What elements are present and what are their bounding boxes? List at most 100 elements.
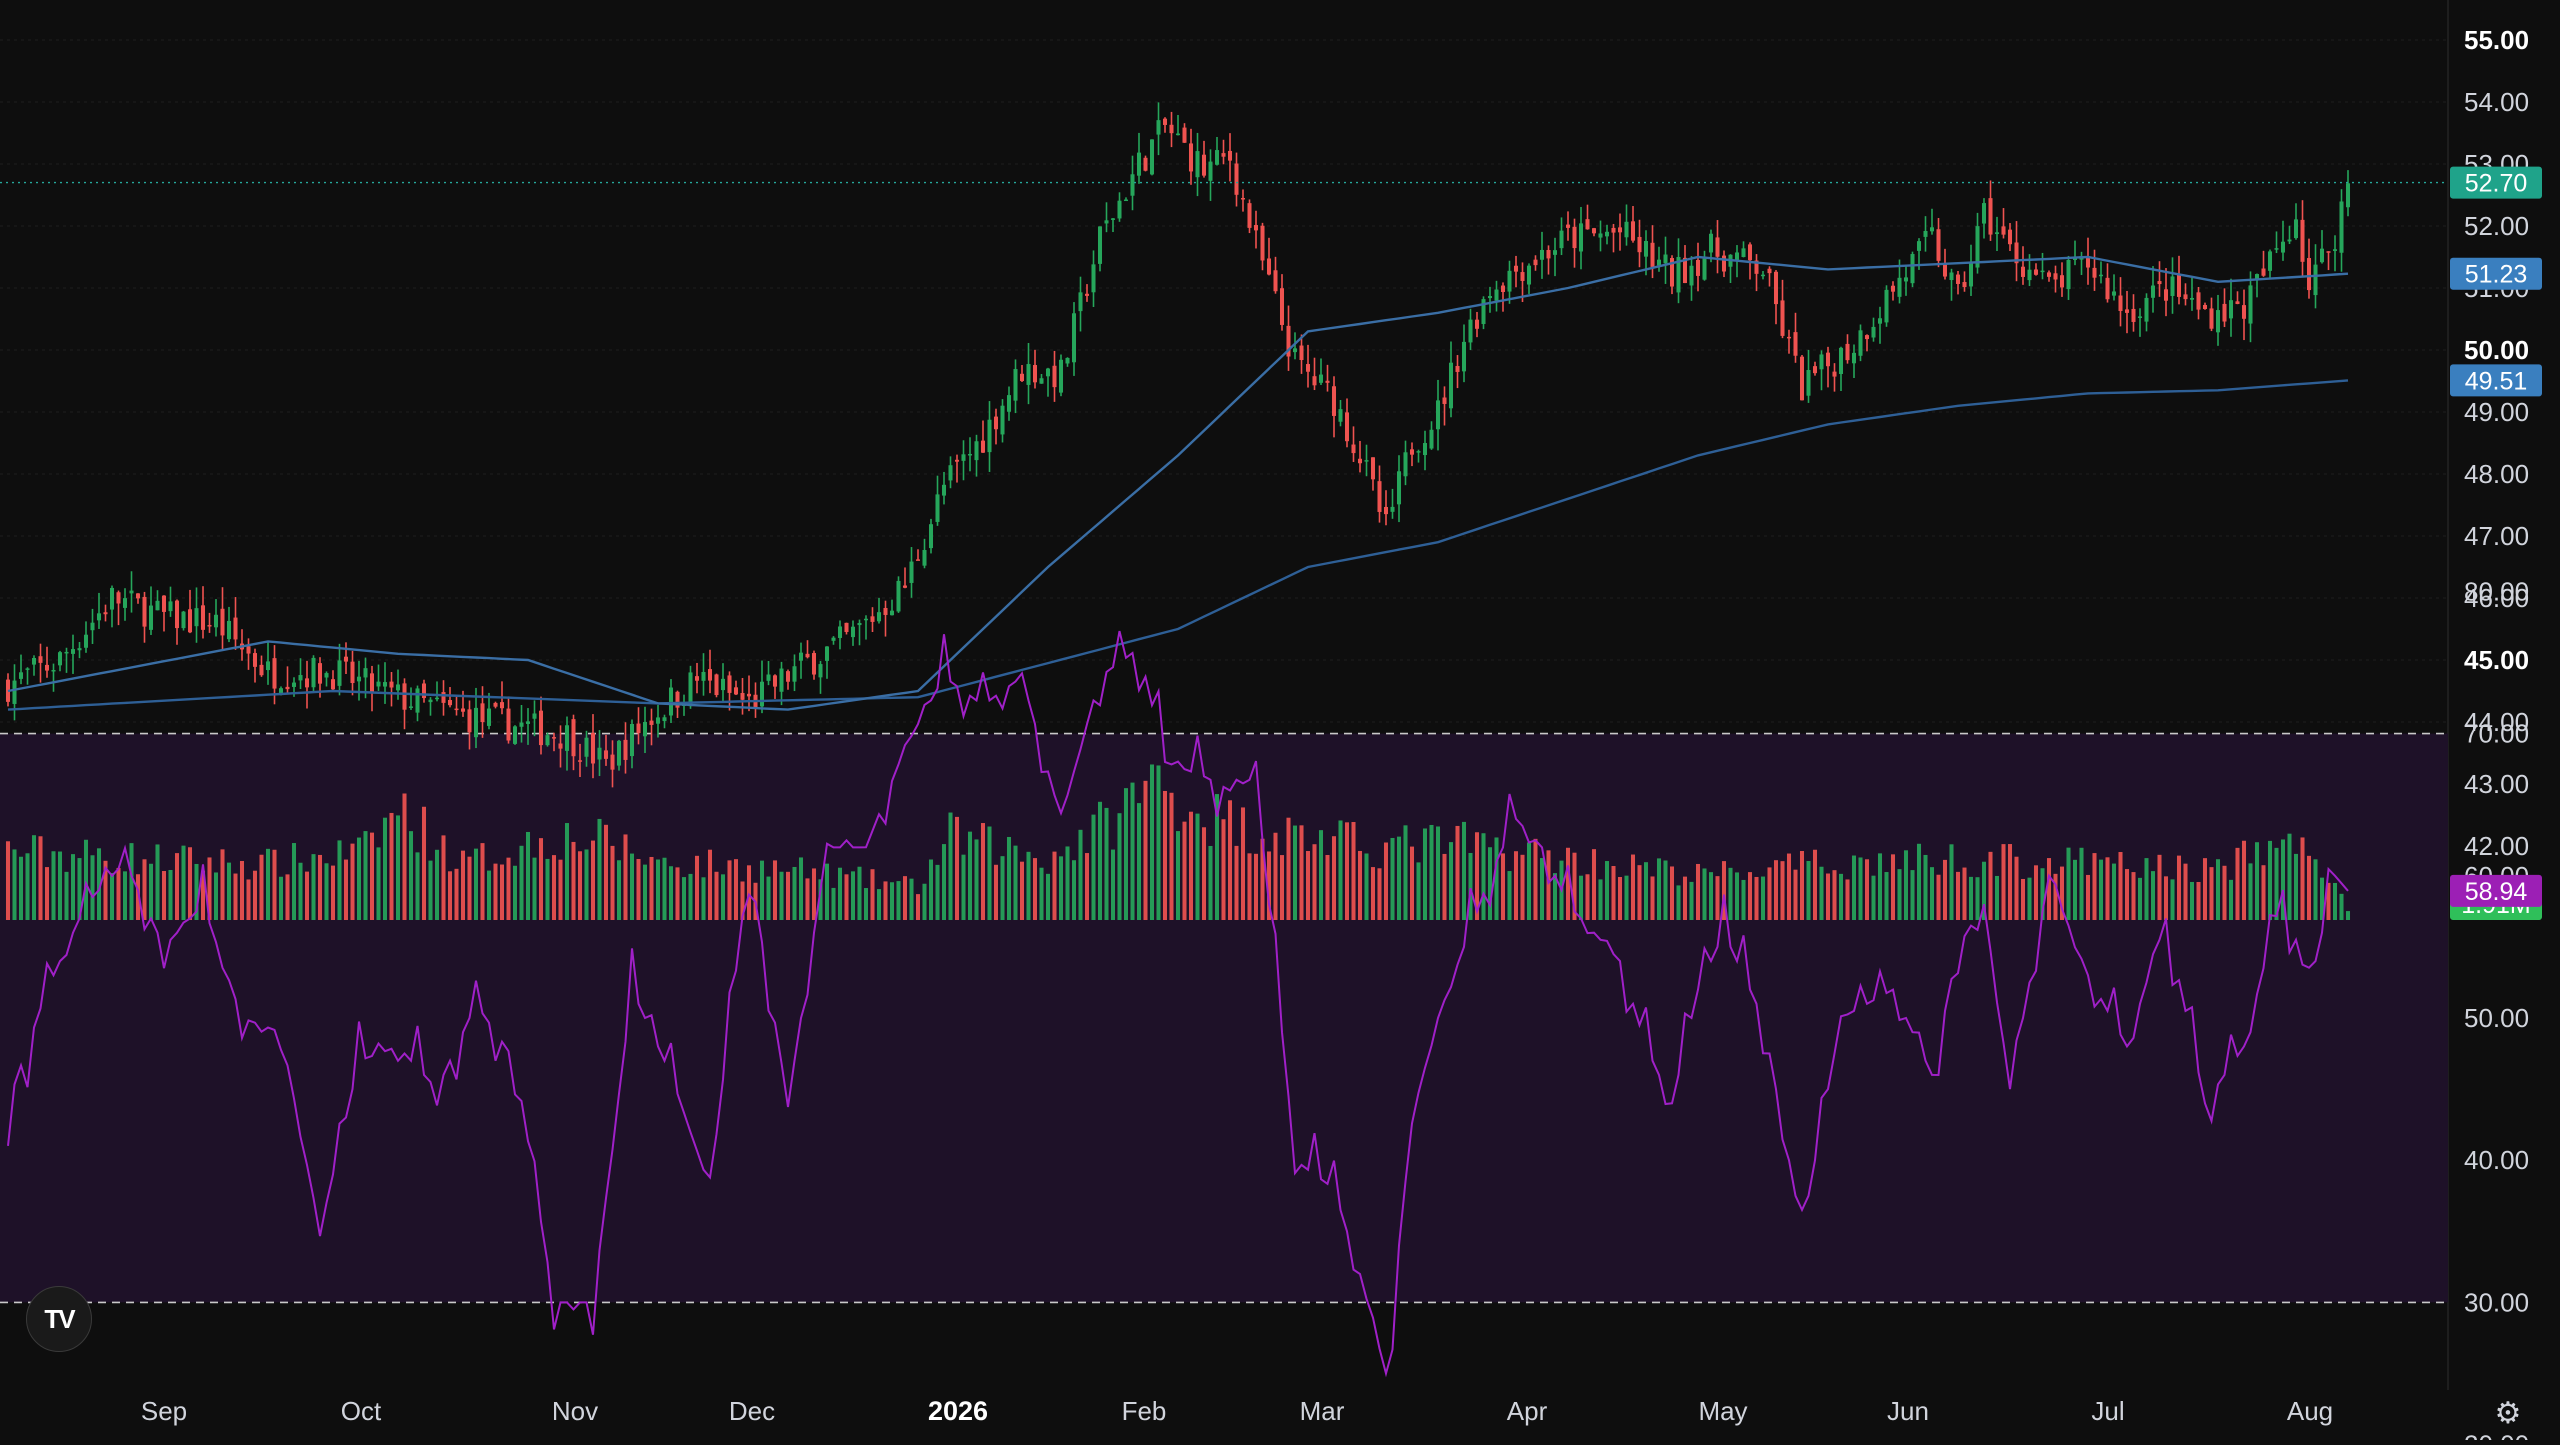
candle-body <box>694 676 700 681</box>
candle-body <box>51 670 56 672</box>
candle-body <box>2059 275 2065 288</box>
volume-bar <box>2313 859 2318 920</box>
volume-bar <box>844 874 849 920</box>
volume-bar <box>1156 765 1161 920</box>
volume-bar <box>1578 875 1584 920</box>
candle-body <box>1539 249 1545 260</box>
candle-body <box>421 683 427 699</box>
candle-body <box>2287 239 2292 242</box>
candle-body <box>1962 282 1967 288</box>
candle-body <box>2215 310 2221 333</box>
candle-body <box>317 663 323 684</box>
volume-bar <box>1370 867 1376 920</box>
volume-bar <box>1175 831 1181 920</box>
candle-body <box>2228 300 2234 319</box>
candle-body <box>2137 316 2143 318</box>
volume-bar <box>1715 876 1720 920</box>
volume-bar <box>2066 847 2071 920</box>
candle-body <box>194 608 199 627</box>
volume-bar <box>1591 849 1597 920</box>
volume-bar <box>1201 827 1207 920</box>
candle-body <box>1299 345 1304 361</box>
volume-bar <box>1968 876 1974 920</box>
candle-body <box>12 680 17 704</box>
gear-icon[interactable]: ⚙ <box>2488 1394 2528 1434</box>
time-tick-label: Apr <box>1507 1396 1548 1426</box>
volume-bar <box>1123 788 1129 920</box>
candle-body <box>1773 271 1779 305</box>
rsi-tick-label: 30.00 <box>2464 1287 2529 1317</box>
volume-bar <box>649 856 654 920</box>
stock-chart[interactable]: 55.0054.0053.0052.0051.0050.0049.0048.00… <box>0 0 2560 1445</box>
candle-body <box>1182 127 1187 143</box>
volume-bar <box>1793 869 1798 920</box>
volume-bar <box>805 878 810 920</box>
volume-bar <box>298 862 303 920</box>
volume-bar <box>1364 853 1369 920</box>
volume-bar <box>38 836 43 920</box>
volume-bar <box>2254 842 2260 920</box>
volume-bar <box>681 877 687 920</box>
candle-body <box>1442 397 1447 404</box>
candle-body <box>1292 348 1298 353</box>
volume-bar <box>1032 858 1038 920</box>
candle-body <box>2306 258 2312 291</box>
candle-body <box>1162 118 1168 125</box>
candle-body <box>1819 354 1824 370</box>
candle-body <box>831 637 836 641</box>
volume-bar <box>1708 872 1714 920</box>
candle-body <box>1702 258 1707 280</box>
volume-bar <box>473 848 479 920</box>
volume-bar <box>1858 857 1863 920</box>
ma-short-line <box>7 255 2349 711</box>
volume-bar <box>1279 855 1285 920</box>
volume-bar <box>1656 858 1662 920</box>
candle-body <box>1195 151 1200 178</box>
volume-bar <box>1448 842 1454 920</box>
volume-bar <box>1539 858 1545 920</box>
volume-bar <box>1253 853 1259 920</box>
candle-body <box>1169 124 1174 134</box>
volume-bar <box>688 873 693 920</box>
candle-body <box>1578 223 1584 252</box>
candle-body <box>1221 153 1226 157</box>
volume-bar <box>2293 853 2299 920</box>
candle-body <box>987 419 992 453</box>
chart-canvas[interactable]: 55.0054.0053.0052.0051.0050.0049.0048.00… <box>0 0 2560 1445</box>
volume-bar <box>935 864 940 920</box>
price-axis[interactable]: 55.0054.0053.0052.0051.0050.0049.0048.00… <box>2464 25 2529 1445</box>
volume-bar <box>2222 865 2227 920</box>
last-price-badge: 52.70 <box>2465 170 2528 198</box>
candle-body <box>2209 308 2214 329</box>
candle-body <box>1364 460 1369 462</box>
volume-bar <box>1097 801 1103 920</box>
candle-body <box>473 707 479 738</box>
volume-bar <box>467 856 472 920</box>
volume-bar <box>480 843 485 920</box>
time-axis[interactable]: Sep Oct Nov Dec 2026 Feb Mar Apr May Jun Jul Aug <box>141 1396 2333 1426</box>
volume-bar <box>44 867 50 920</box>
volume-bar <box>389 812 394 920</box>
candle-body <box>1851 352 1857 364</box>
candle-body <box>1247 203 1252 228</box>
volume-bar <box>1234 845 1239 920</box>
candle-body <box>629 724 635 757</box>
volume-bar <box>421 806 427 920</box>
candle-body <box>408 706 414 708</box>
candle-body <box>2274 248 2279 250</box>
candle-body <box>1188 143 1194 172</box>
volume-bar <box>1331 836 1337 920</box>
candle-body <box>1175 133 1181 136</box>
candle-body <box>525 721 531 724</box>
volume-bar <box>213 872 219 920</box>
volume-bar <box>1110 849 1116 920</box>
volume-bar <box>2007 844 2013 920</box>
volume-bar <box>792 866 797 920</box>
time-tick-label: 2026 <box>928 1396 988 1426</box>
candle-body <box>285 686 290 690</box>
volume-bar <box>1422 828 1428 920</box>
volume-bar <box>168 869 173 920</box>
tradingview-logo[interactable]: TV <box>26 1286 92 1352</box>
volume-bar <box>1754 876 1759 920</box>
volume-bar <box>590 840 596 920</box>
